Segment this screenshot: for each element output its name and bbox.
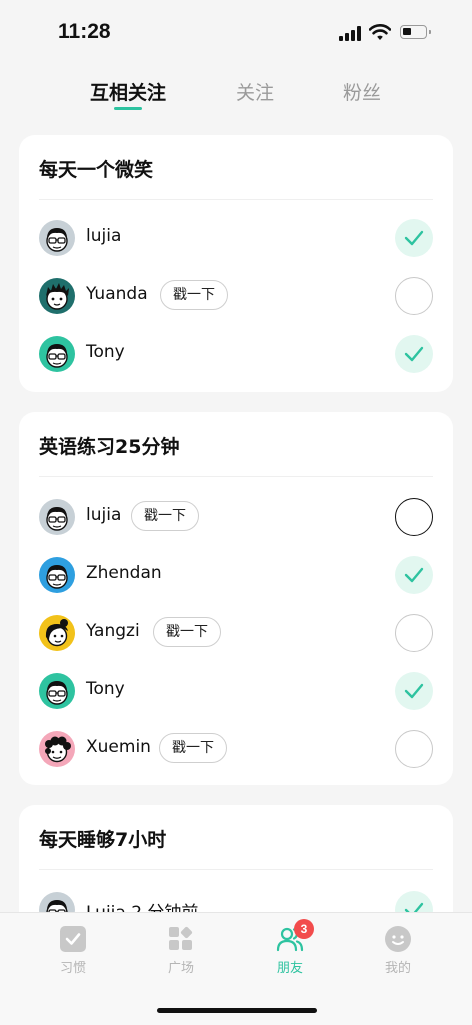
tabbar-item-square[interactable]: 广场 — [151, 925, 211, 976]
poke-button[interactable]: 戳一下 — [153, 617, 221, 647]
poke-button[interactable]: 戳一下 — [160, 280, 228, 310]
friend-row: lujia — [19, 209, 453, 267]
habit-card: 每天一个微笑 lujia Yuanda 戳一下 Tony — [19, 135, 453, 392]
friend-name: Yuanda — [86, 284, 148, 304]
friend-name: Zhendan — [86, 563, 162, 583]
tabbar-item-habit[interactable]: 习惯 — [43, 925, 103, 976]
friend-name: Yangzi — [86, 621, 140, 641]
tabbar-label: 朋友 — [276, 961, 303, 976]
habit-icon — [59, 925, 87, 953]
friend-row: lujia 戳一下 — [19, 488, 453, 546]
unchecked-icon — [395, 730, 433, 768]
friend-name: Xuemin — [86, 737, 151, 757]
poke-button[interactable]: 戳一下 — [159, 733, 227, 763]
divider — [39, 476, 433, 477]
tab-followers[interactable]: 粉丝 — [343, 78, 381, 105]
friend-name: lujia — [86, 505, 122, 525]
tabbar-label: 我的 — [384, 961, 411, 976]
unchecked-icon — [395, 614, 433, 652]
avatar[interactable] — [39, 557, 75, 593]
avatar[interactable] — [39, 220, 75, 256]
friend-name: lujia — [86, 226, 122, 246]
notification-badge: 3 — [294, 919, 314, 939]
avatar[interactable] — [39, 336, 75, 372]
status-bar: 11:28 — [0, 0, 472, 64]
profile-icon — [384, 925, 412, 953]
habit-title: 英语练习25分钟 — [39, 436, 180, 458]
avatar[interactable] — [39, 731, 75, 767]
checked-icon — [395, 219, 433, 257]
friend-row: Xuemin 戳一下 — [19, 720, 453, 778]
friend-row: Zhendan — [19, 546, 453, 604]
avatar[interactable] — [39, 278, 75, 314]
friend-name: Tony — [86, 679, 125, 699]
tab-active-indicator — [114, 107, 142, 110]
avatar[interactable] — [39, 499, 75, 535]
friend-row: Yuanda 戳一下 — [19, 267, 453, 325]
unchecked-icon — [395, 498, 433, 536]
square-icon — [167, 925, 195, 953]
checked-icon — [395, 556, 433, 594]
battery-icon — [400, 25, 431, 39]
status-time: 11:28 — [58, 20, 111, 43]
avatar[interactable] — [39, 673, 75, 709]
friend-row: Yangzi 戳一下 — [19, 604, 453, 662]
habit-card: 英语练习25分钟 lujia 戳一下 Zhendan Yangzi 戳一下 To… — [19, 412, 453, 785]
unchecked-icon — [395, 277, 433, 315]
habit-title: 每天睡够7小时 — [39, 829, 167, 851]
habit-title: 每天一个微笑 — [39, 159, 154, 181]
cellular-signal-icon — [339, 26, 363, 41]
friend-name: Tony — [86, 342, 125, 362]
tab-mutual-follow[interactable]: 互相关注 — [90, 78, 166, 105]
tabbar-label: 广场 — [167, 961, 194, 976]
top-tabs: 互相关注 关注 粉丝 — [0, 78, 472, 118]
home-indicator[interactable] — [157, 1008, 317, 1013]
tabbar-label: 习惯 — [59, 961, 86, 976]
checked-icon — [395, 335, 433, 373]
friend-row: Tony — [19, 325, 453, 383]
poke-button[interactable]: 戳一下 — [131, 501, 199, 531]
friend-row: Tony — [19, 662, 453, 720]
avatar[interactable] — [39, 615, 75, 651]
divider — [39, 869, 433, 870]
wifi-icon — [369, 24, 391, 40]
divider — [39, 199, 433, 200]
tabbar-item-profile[interactable]: 我的 — [368, 925, 428, 976]
tab-following[interactable]: 关注 — [236, 78, 274, 105]
checked-icon — [395, 672, 433, 710]
